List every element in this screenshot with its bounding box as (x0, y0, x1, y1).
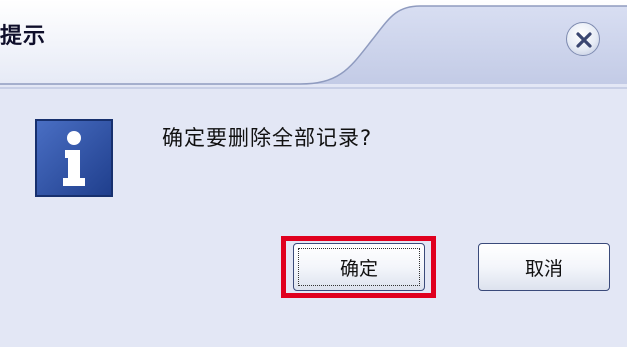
ok-button-label: 确定 (339, 257, 378, 280)
close-button[interactable] (566, 22, 600, 56)
cancel-button[interactable]: 取消 (478, 243, 610, 291)
message-dialog: 提示 确定要删除全部记录? 确定 取消 (0, 0, 627, 347)
dialog-title: 提示 (0, 24, 47, 49)
cancel-button-label: 取消 (524, 257, 563, 280)
title-bar (0, 0, 627, 90)
close-icon (576, 32, 592, 48)
info-icon (35, 119, 113, 197)
ok-button[interactable]: 确定 (293, 243, 425, 291)
dialog-message: 确定要删除全部记录? (162, 126, 373, 150)
